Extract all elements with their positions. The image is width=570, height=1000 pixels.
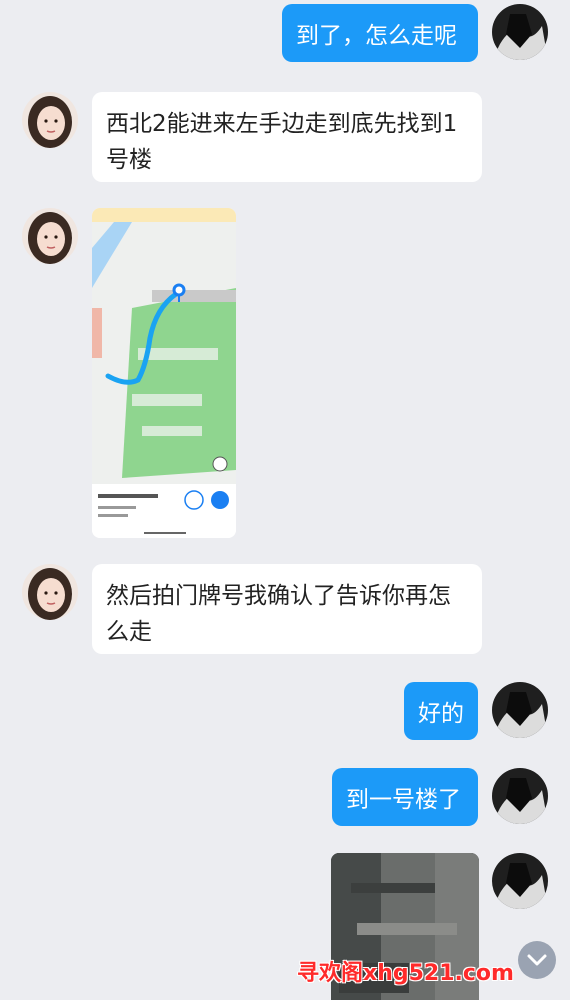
message-row: 到了，怎么走呢	[0, 4, 570, 64]
dark-avatar-image	[492, 853, 548, 909]
message-text: 西北2能进来左手边走到底先找到1号楼	[106, 111, 458, 173]
message-text: 然后拍门牌号我确认了告诉你再怎么走	[106, 583, 451, 645]
dark-avatar-image	[492, 768, 548, 824]
woman-avatar-image	[22, 208, 78, 264]
message-bubble-incoming[interactable]: 西北2能进来左手边走到底先找到1号楼	[92, 92, 482, 182]
message-row: 好的	[0, 682, 570, 742]
woman-avatar-image	[22, 564, 78, 620]
avatar[interactable]	[22, 208, 78, 264]
chevron-down-icon	[527, 954, 547, 966]
avatar[interactable]	[492, 768, 548, 824]
message-bubble-outgoing[interactable]: 到一号楼了	[332, 768, 478, 826]
avatar[interactable]	[492, 853, 548, 909]
avatar[interactable]	[492, 4, 548, 60]
avatar[interactable]	[492, 682, 548, 738]
message-row: 西北2能进来左手边走到底先找到1号楼	[0, 92, 570, 184]
dark-avatar-image	[492, 682, 548, 738]
watermark-text: 寻欢阁xhg521.com	[297, 961, 514, 986]
message-text: 好的	[418, 701, 464, 727]
woman-avatar-image	[22, 92, 78, 148]
scroll-down-button[interactable]	[518, 941, 556, 979]
message-row: 到一号楼了	[0, 768, 570, 828]
message-text: 到一号楼了	[346, 787, 461, 813]
message-bubble-outgoing[interactable]: 好的	[404, 682, 478, 740]
message-text: 到了，怎么走呢	[296, 23, 457, 49]
dark-avatar-image	[492, 4, 548, 60]
avatar[interactable]	[22, 564, 78, 620]
map-screenshot-image[interactable]	[92, 208, 236, 538]
message-bubble-outgoing[interactable]: 到了，怎么走呢	[282, 4, 478, 62]
message-row: 然后拍门牌号我确认了告诉你再怎么走	[0, 564, 570, 656]
message-bubble-incoming[interactable]: 然后拍门牌号我确认了告诉你再怎么走	[92, 564, 482, 654]
map-image	[92, 208, 236, 538]
avatar[interactable]	[22, 92, 78, 148]
message-row	[0, 208, 570, 540]
